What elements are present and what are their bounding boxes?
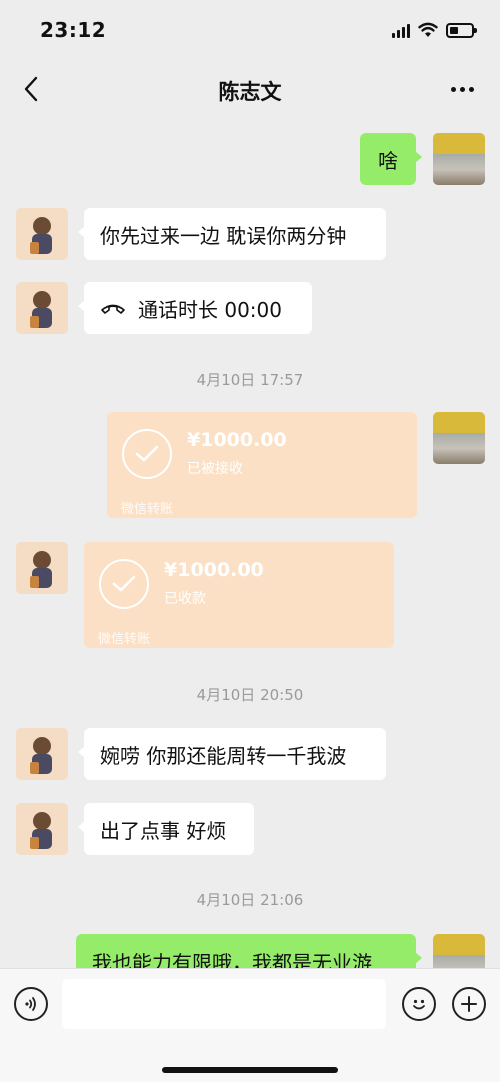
message-bubble-received[interactable]: 婉唠 你那还能周转一千我波 — [78, 728, 386, 780]
battery-icon — [446, 22, 477, 38]
my-avatar[interactable] — [433, 412, 485, 464]
add-button[interactable] — [452, 987, 486, 1021]
plus-icon — [461, 996, 477, 1012]
contact-avatar[interactable] — [16, 803, 68, 855]
message-text: 你先过来一边 耽误你两分钟 — [100, 223, 347, 248]
contact-avatar[interactable] — [16, 542, 68, 594]
contact-avatar[interactable] — [16, 728, 68, 780]
signal-icon — [392, 22, 410, 38]
my-avatar[interactable] — [433, 133, 485, 185]
status-icons — [392, 22, 477, 38]
message-text: 婉唠 你那还能周转一千我波 — [100, 743, 347, 768]
message-bubble-received[interactable]: 出了点事 好烦 — [78, 803, 254, 855]
message-text: 啥 — [378, 148, 398, 173]
phone-hangup-icon — [101, 304, 125, 314]
time-divider: 4月10日 20:50 — [196, 686, 304, 704]
chat-title: 陈志文 — [218, 80, 282, 104]
voice-button[interactable] — [14, 987, 48, 1021]
more-button[interactable] — [444, 74, 480, 104]
transfer-amount: ¥1000.00 — [164, 559, 264, 581]
transfer-status: 已收款 — [164, 591, 206, 607]
transfer-status: 已被接收 — [187, 461, 243, 477]
voice-icon — [25, 997, 36, 1011]
transfer-card-received[interactable]: ¥1000.00 已收款 微信转账 — [84, 542, 394, 648]
check-icon — [99, 559, 149, 609]
message-bubble-received[interactable]: 你先过来一边 耽误你两分钟 — [78, 208, 386, 260]
message-text: 出了点事 好烦 — [100, 818, 227, 843]
input-bar — [0, 968, 500, 1082]
nav-bar: 陈志文 — [0, 60, 500, 118]
transfer-footer: 微信转账 — [98, 632, 151, 647]
time-divider: 4月10日 21:06 — [196, 891, 304, 909]
emoji-icon — [413, 999, 425, 1010]
more-dots-icon — [450, 86, 456, 92]
status-time: 23:12 — [40, 18, 107, 42]
check-icon — [122, 429, 172, 479]
contact-avatar[interactable] — [16, 208, 68, 260]
status-bar: 23:12 — [0, 0, 500, 60]
contact-avatar[interactable] — [16, 282, 68, 334]
wifi-icon — [418, 22, 438, 37]
message-bubble-sent[interactable]: 啥 — [360, 133, 422, 185]
transfer-amount: ¥1000.00 — [187, 429, 287, 451]
transfer-card-sent[interactable]: ¥1000.00 已被接收 微信转账 — [107, 412, 417, 518]
message-input[interactable] — [62, 979, 386, 1029]
home-indicator — [162, 1067, 338, 1073]
transfer-footer: 微信转账 — [121, 502, 174, 517]
call-record-bubble[interactable]: 通话时长 00:00 — [78, 282, 312, 334]
emoji-button[interactable] — [402, 987, 436, 1021]
time-divider: 4月10日 17:57 — [196, 371, 304, 389]
call-duration-text: 通话时长 00:00 — [138, 297, 282, 322]
